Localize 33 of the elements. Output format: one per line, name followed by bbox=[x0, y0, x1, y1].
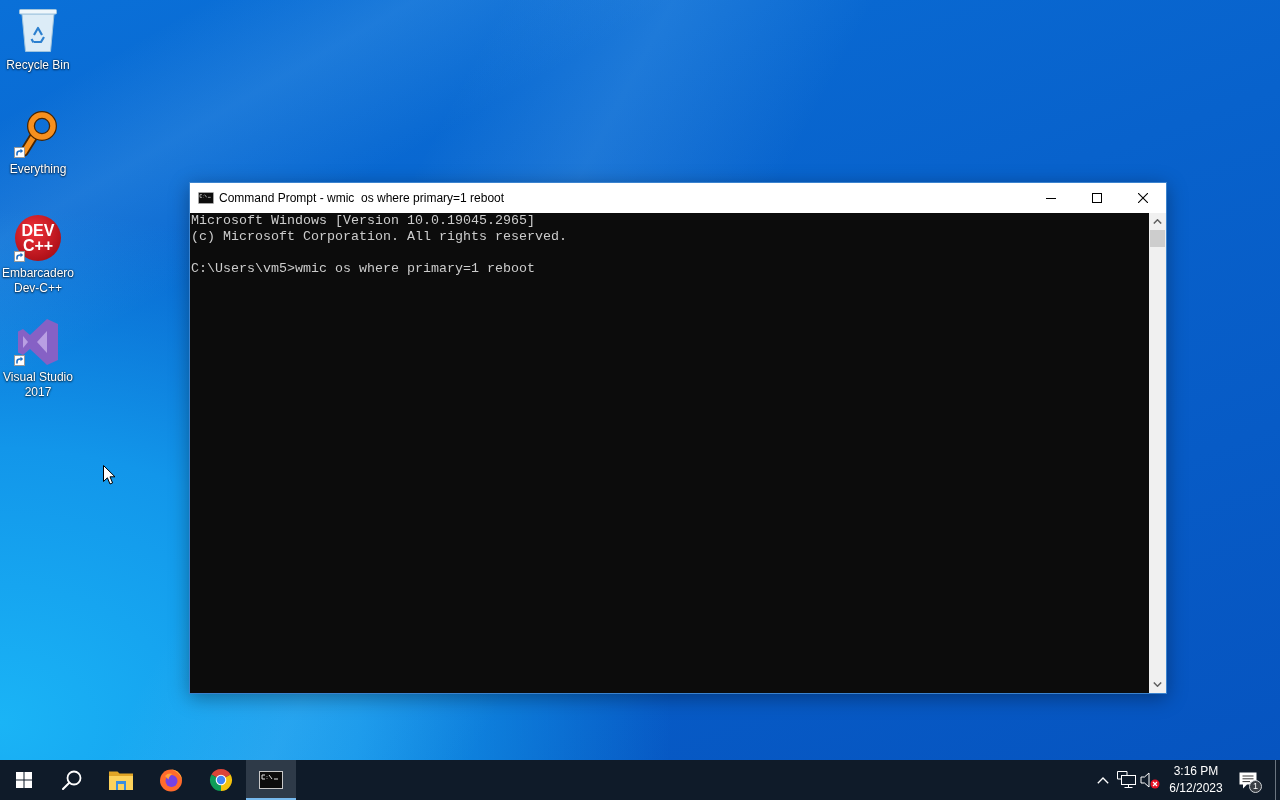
console-line: C:\Users\vm5>wmic os where primary=1 reboot bbox=[191, 261, 536, 277]
console-line: Microsoft Windows [Version 10.0.19045.2965] bbox=[191, 213, 536, 229]
icon-label[interactable]: Everything bbox=[9, 162, 67, 177]
folder-icon[interactable] bbox=[109, 770, 133, 790]
search-icon[interactable] bbox=[62, 770, 82, 790]
notification-badge: 1 bbox=[1249, 780, 1262, 793]
clock-time[interactable]: 3:16 PM bbox=[1173, 763, 1219, 780]
terminal-icon bbox=[198, 192, 214, 204]
scroll-up-icon[interactable] bbox=[1153, 219, 1162, 224]
minimize-icon[interactable] bbox=[1046, 197, 1056, 199]
scroll-down-icon[interactable] bbox=[1153, 682, 1162, 687]
visual-studio-icon[interactable] bbox=[18, 319, 58, 365]
dev-cpp-logo[interactable]: DEV C++ bbox=[15, 215, 61, 261]
speaker-icon[interactable] bbox=[1140, 771, 1160, 789]
terminal-icon[interactable] bbox=[259, 771, 283, 789]
scrollbar[interactable] bbox=[1149, 213, 1166, 693]
browser-icon[interactable] bbox=[159, 768, 183, 792]
icon-label[interactable]: Embarcadero Dev-C++ bbox=[0, 266, 76, 296]
window-title: Command Prompt - wmic os where primary=1 reboot bbox=[219, 191, 506, 205]
scrollbar-thumb[interactable] bbox=[1150, 230, 1165, 247]
icon-label[interactable]: Visual Studio 2017 bbox=[0, 370, 76, 400]
mouse-pointer-icon bbox=[103, 465, 116, 485]
recycle-bin-icon[interactable] bbox=[19, 8, 57, 52]
network-icon[interactable] bbox=[1117, 771, 1137, 789]
taskbar-button[interactable] bbox=[246, 760, 296, 800]
icon-label[interactable]: Recycle Bin bbox=[6, 58, 70, 73]
close-icon[interactable] bbox=[1138, 193, 1148, 203]
chevron-up-icon[interactable] bbox=[1097, 776, 1109, 784]
clock-date[interactable]: 6/12/2023 bbox=[1169, 780, 1223, 797]
console-line: (c) Microsoft Corporation. All rights reserved. bbox=[191, 229, 568, 245]
browser-icon[interactable] bbox=[209, 768, 233, 792]
magnifier-icon[interactable] bbox=[19, 111, 57, 157]
maximize-icon[interactable] bbox=[1092, 193, 1102, 203]
